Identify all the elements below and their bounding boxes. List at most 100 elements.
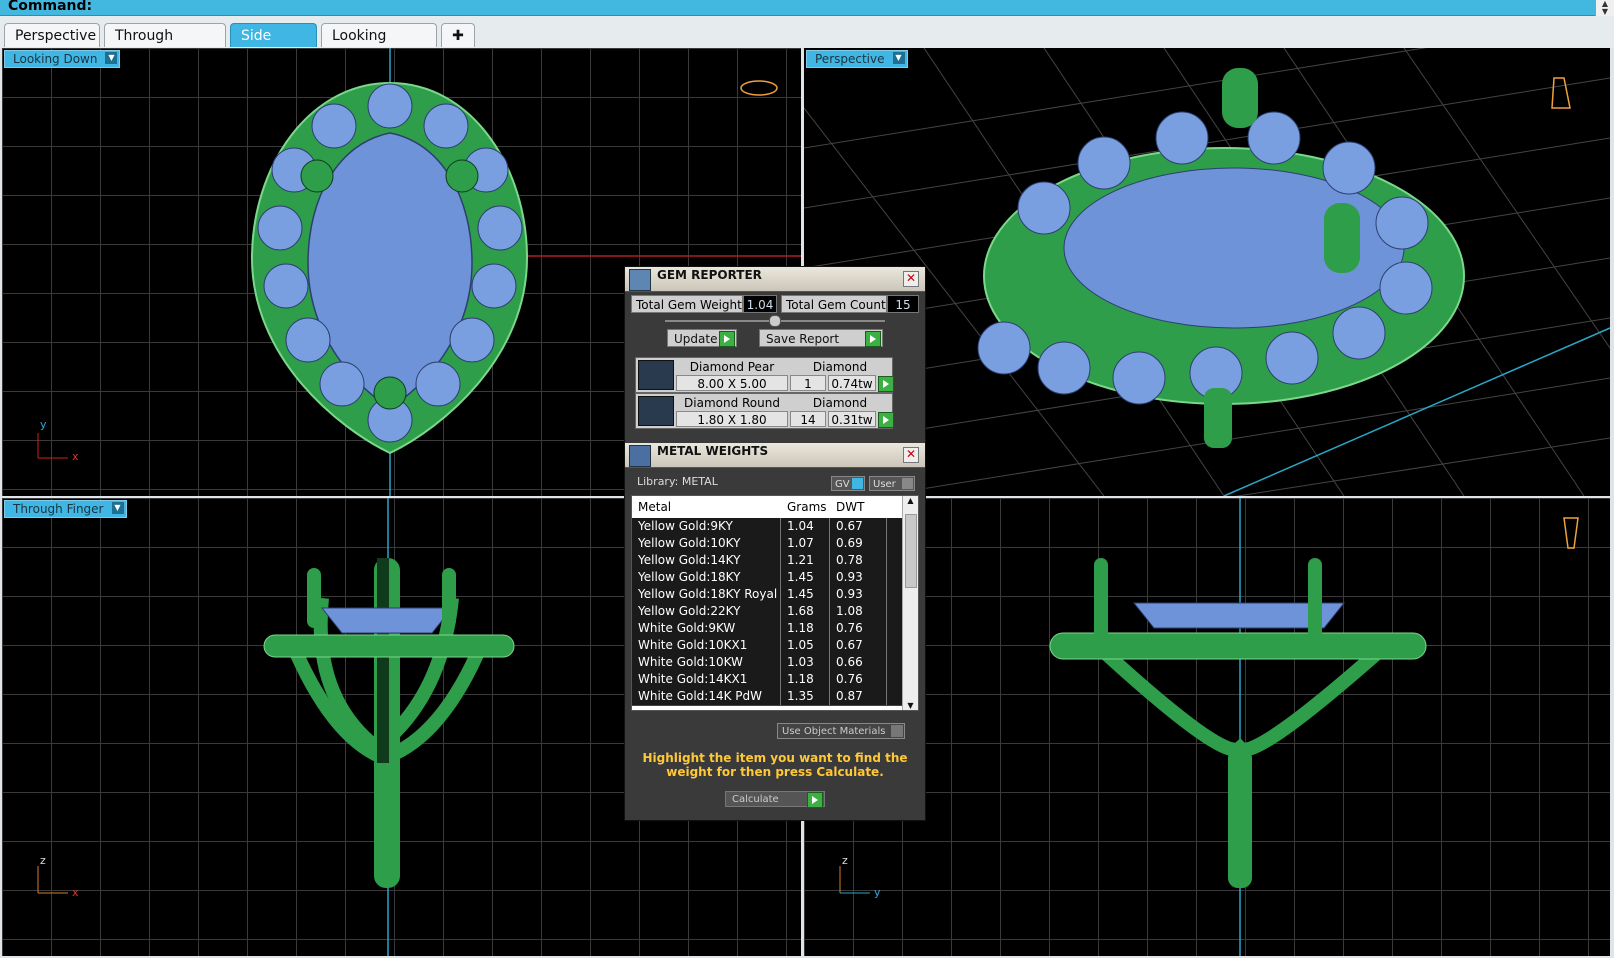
dwt-value: 0.66	[836, 655, 863, 669]
metal-weights-titlebar[interactable]: METAL WEIGHTS ✕	[625, 443, 925, 468]
save-report-button[interactable]: Save Report	[759, 329, 883, 347]
axis-x-label: x	[72, 450, 79, 463]
column-divider	[886, 586, 887, 603]
column-divider	[886, 603, 887, 620]
library-label: Library: METAL	[637, 475, 718, 488]
table-row[interactable]: Yellow Gold:22KY 1.68 1.08	[632, 603, 902, 621]
dwt-value: 0.67	[836, 638, 863, 652]
total-gem-weight-label: Total Gem Weight	[631, 295, 743, 313]
play-icon	[807, 792, 823, 808]
metal-name: White Gold:14KX1	[638, 672, 748, 686]
dwt-value: 0.69	[836, 536, 863, 550]
column-divider	[886, 688, 887, 705]
column-divider	[829, 654, 830, 671]
column-metal: Metal	[638, 500, 672, 514]
calculate-button[interactable]: Calculate	[725, 791, 825, 808]
column-divider	[886, 620, 887, 637]
column-dwt: DWT	[836, 500, 865, 514]
dwt-value: 0.93	[836, 587, 863, 601]
metal-name: White Gold:14K PdW	[638, 689, 763, 703]
command-bar[interactable]: Command:	[0, 0, 1595, 16]
column-grams: Grams	[787, 500, 827, 514]
close-icon[interactable]: ✕	[903, 447, 919, 463]
table-row[interactable]: Yellow Gold:18KY Royal 1.45 0.93	[632, 586, 902, 604]
column-divider	[780, 535, 781, 552]
table-row[interactable]: Yellow Gold:10KY 1.07 0.69	[632, 535, 902, 553]
viewport-label-perspective[interactable]: Perspective ▼	[806, 50, 908, 68]
metal-name: White Gold:10KW	[638, 655, 743, 669]
table-row[interactable]: White Gold:10KX1 1.05 0.67	[632, 637, 902, 655]
table-row[interactable]: White Gold:9KW 1.18 0.76	[632, 620, 902, 638]
grams-value: 1.04	[787, 519, 814, 533]
view-tab-bar: Perspective Through Finger Side View Loo…	[0, 16, 1614, 68]
table-row[interactable]: White Gold:14K PdW 1.35 0.87	[632, 688, 902, 706]
column-divider	[780, 586, 781, 603]
gem-reporter-titlebar[interactable]: GEM REPORTER ✕	[625, 267, 925, 292]
scroll-down-icon: ▼	[907, 701, 914, 710]
metal-table[interactable]: Metal Grams DWT Yellow Gold:9KY 1.04 0.67 Y…	[631, 495, 919, 711]
gem-material: Diamond	[812, 360, 868, 374]
command-scroll-arrows-icon[interactable]: ▲ ▼	[1595, 0, 1614, 16]
scroll-thumb[interactable]	[905, 514, 917, 588]
gem-name: Diamond Round	[684, 396, 780, 410]
command-label: Command:	[8, 0, 93, 14]
close-icon[interactable]: ✕	[903, 271, 919, 287]
gem-size: 1.80 X 1.80	[676, 411, 788, 427]
column-divider	[780, 552, 781, 569]
gem-count: 14	[790, 411, 826, 427]
tab-side-view[interactable]: Side View	[230, 23, 317, 68]
dwt-value: 0.76	[836, 621, 863, 635]
metal-name: Yellow Gold:14KY	[638, 553, 741, 567]
column-divider	[886, 671, 887, 688]
play-icon[interactable]	[878, 412, 894, 428]
gem-row[interactable]: Diamond Round Diamond 1.80 X 1.80 14 0.3…	[635, 393, 894, 429]
tab-looking-down[interactable]: Looking Down	[321, 23, 437, 68]
axis-y-label: y	[874, 886, 881, 899]
column-divider	[886, 518, 887, 535]
metal-weights-icon	[629, 445, 651, 467]
metal-name: Yellow Gold:10KY	[638, 536, 741, 550]
dwt-value: 0.93	[836, 570, 863, 584]
dwt-value: 0.67	[836, 519, 863, 533]
plus-icon: ✚	[452, 28, 464, 44]
metal-table-scrollbar[interactable]: ▲ ▼	[902, 496, 918, 710]
play-icon	[719, 331, 735, 347]
column-divider	[829, 637, 830, 654]
column-divider	[886, 552, 887, 569]
grams-value: 1.45	[787, 587, 814, 601]
tab-through-finger[interactable]: Through Finger	[104, 23, 226, 68]
axis-z-label: z	[842, 854, 848, 867]
dwt-value: 0.87	[836, 689, 863, 703]
grams-value: 1.18	[787, 672, 814, 686]
toggle-off-icon	[891, 725, 903, 737]
gem-name: Diamond Pear	[689, 360, 775, 374]
splitter-handle-icon[interactable]	[769, 315, 781, 327]
total-gem-count-value: 15	[887, 295, 919, 313]
use-object-materials-toggle[interactable]: Use Object Materials	[777, 723, 905, 739]
dwt-value: 1.08	[836, 604, 863, 618]
gem-row[interactable]: Diamond Pear Diamond 8.00 X 5.00 1 0.74t…	[635, 357, 894, 393]
update-button[interactable]: Update	[667, 329, 737, 347]
user-toggle[interactable]: User	[869, 476, 915, 491]
gv-toggle[interactable]: GV	[831, 476, 865, 491]
table-row[interactable]: White Gold:10KW 1.03 0.66	[632, 654, 902, 672]
column-divider	[780, 688, 781, 705]
round-gem-icon	[638, 396, 674, 426]
table-row[interactable]: White Gold:14KX1 1.18 0.76	[632, 671, 902, 689]
grams-value: 1.03	[787, 655, 814, 669]
metal-name: Yellow Gold:18KY Royal	[638, 587, 778, 601]
column-divider	[829, 671, 830, 688]
column-divider	[780, 671, 781, 688]
column-divider	[886, 569, 887, 586]
table-row[interactable]: Yellow Gold:14KY 1.21 0.78	[632, 552, 902, 570]
table-row[interactable]: Yellow Gold:9KY 1.04 0.67	[632, 518, 902, 536]
calculate-hint: Highlight the item you want to find the …	[642, 751, 908, 779]
gem-material: Diamond	[812, 396, 868, 410]
column-divider	[780, 518, 781, 535]
table-row[interactable]: Yellow Gold:18KY 1.45 0.93	[632, 569, 902, 587]
add-tab-button[interactable]: ✚	[441, 23, 475, 47]
column-divider	[886, 637, 887, 654]
tab-perspective[interactable]: Perspective	[4, 23, 100, 47]
scroll-up-icon: ▲	[907, 496, 914, 505]
play-icon[interactable]	[878, 376, 894, 392]
